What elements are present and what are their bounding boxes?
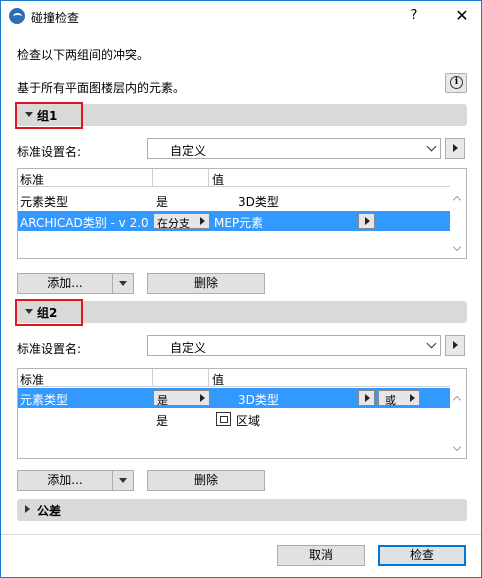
clash-check-dialog: 碰撞检查 ? ✕ 检查以下两组间的冲突。 基于所有平面图楼层内的元素。 i 组1… <box>0 0 482 578</box>
tolerance-header[interactable]: 公差 <box>17 499 467 521</box>
title-bar: 碰撞检查 ? ✕ <box>1 1 481 31</box>
scroll-down-icon[interactable] <box>452 242 462 252</box>
group1-add-split-button[interactable]: 添加... <box>17 273 134 294</box>
arrow-right-icon <box>410 394 415 402</box>
close-button[interactable]: ✕ <box>447 6 477 26</box>
group2-criteria-label: 标准设置名: <box>17 342 82 356</box>
group1-delete-button[interactable]: 删除 <box>147 273 265 294</box>
group2-add-button[interactable]: 添加... <box>18 471 113 490</box>
group1-criteria-value: 自定义 <box>170 144 207 158</box>
info-icon: i <box>450 76 463 89</box>
table-header: 标准 值 <box>18 369 450 387</box>
help-button[interactable]: ? <box>399 6 429 26</box>
intro-text: 检查以下两组间的冲突。 <box>17 48 150 62</box>
group2-criteria-table: 标准 值 元素类型 是 3D类型 或 是 区域 <box>17 368 467 459</box>
group2-header[interactable]: 组2 <box>17 301 467 323</box>
logic-select[interactable]: 或 <box>378 390 420 407</box>
window-title: 碰撞检查 <box>31 11 80 25</box>
chevron-down-icon <box>426 338 437 349</box>
group2-add-split-button[interactable]: 添加... <box>17 470 134 491</box>
scrollbar[interactable] <box>449 169 466 258</box>
value-arrow-button[interactable] <box>358 390 375 406</box>
scroll-up-icon[interactable] <box>452 395 462 405</box>
group1-criteria-select[interactable]: 自定义 <box>147 138 441 159</box>
group2-criteria-value: 自定义 <box>170 341 207 355</box>
value-arrow-button[interactable] <box>358 213 375 229</box>
column-value: 值 <box>212 373 225 387</box>
scope-text: 基于所有平面图楼层内的元素。 <box>17 81 186 95</box>
table-row-selected[interactable]: 元素类型 是 3D类型 或 <box>18 388 450 408</box>
cancel-button[interactable]: 取消 <box>277 545 365 566</box>
column-criteria: 标准 <box>20 373 45 387</box>
check-button[interactable]: 检查 <box>378 545 466 566</box>
group1-header[interactable]: 组1 <box>17 104 467 126</box>
group2-criteria-select[interactable]: 自定义 <box>147 335 441 356</box>
table-row[interactable]: 元素类型 是 3D类型 <box>18 190 450 210</box>
group2-criteria-arrow-button[interactable] <box>445 335 465 356</box>
arrow-right-icon <box>200 394 205 402</box>
chevron-down-icon[interactable] <box>119 281 127 286</box>
arrow-right-icon <box>365 217 370 225</box>
table-header: 标准 值 <box>18 169 450 187</box>
scroll-down-icon[interactable] <box>452 442 462 452</box>
group1-criteria-arrow-button[interactable] <box>445 138 465 159</box>
operator-select[interactable]: 是 <box>153 390 210 407</box>
group1-highlight-box <box>15 102 83 129</box>
zone-icon <box>216 412 231 426</box>
column-value: 值 <box>212 173 225 187</box>
chevron-down-icon[interactable] <box>119 478 127 483</box>
table-row-selected[interactable]: ARCHICAD类别 - v 2.0 在分支 MEP元素 <box>18 211 450 231</box>
column-criteria: 标准 <box>20 173 45 187</box>
operator-select[interactable]: 在分支 <box>153 213 210 230</box>
arrow-right-icon <box>365 394 370 402</box>
footer-divider <box>1 534 481 535</box>
tolerance-title: 公差 <box>37 504 62 518</box>
table-row[interactable]: 是 区域 <box>18 409 450 429</box>
scroll-up-icon[interactable] <box>452 195 462 205</box>
group1-add-button[interactable]: 添加... <box>18 274 113 293</box>
group2-delete-button[interactable]: 删除 <box>147 470 265 491</box>
group1-criteria-table: 标准 值 元素类型 是 3D类型 ARCHICAD类别 - v 2.0 在分支 … <box>17 168 467 259</box>
chevron-down-icon <box>426 141 437 152</box>
group1-criteria-label: 标准设置名: <box>17 145 82 159</box>
group2-highlight-box <box>15 299 83 326</box>
info-button[interactable]: i <box>445 73 467 93</box>
collapsed-triangle-icon <box>25 505 30 513</box>
scrollbar[interactable] <box>449 369 466 458</box>
arrow-right-icon <box>200 217 205 225</box>
archicad-logo-icon <box>9 8 25 24</box>
